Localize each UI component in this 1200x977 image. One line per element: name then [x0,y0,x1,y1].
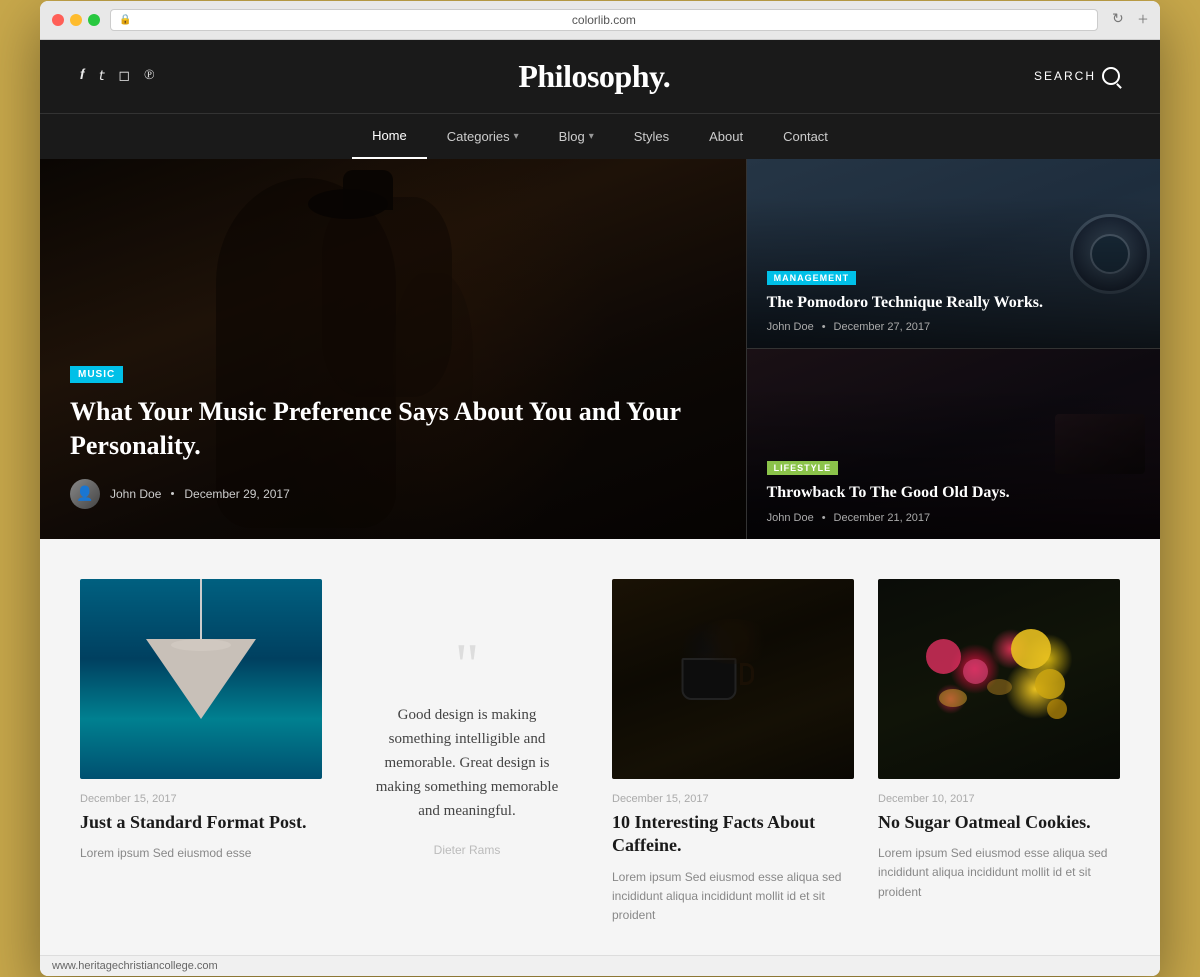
minimize-button[interactable] [70,14,82,26]
search-label: SEARCH [1034,69,1096,83]
instagram-link[interactable]: ◻ [118,68,130,85]
status-url: www.heritagechristiancollege.com [52,960,218,972]
post-card-quote: " Good design is making something intell… [346,579,588,925]
post-excerpt-4: Lorem ipsum Sed eiusmod esse aliqua sed … [878,844,1120,902]
hero-category-badge: MUSIC [70,366,123,383]
post-date-4: December 10, 2017 [878,793,1120,805]
twitter-link[interactable]: 𝘵 [99,68,105,85]
separator: • [822,321,826,333]
sidebar-author-2: John Doe [767,512,814,524]
quote-text: Good design is making something intellig… [366,703,568,823]
dropdown-arrow: ▾ [514,131,519,142]
dropdown-arrow: ▾ [589,131,594,142]
sidebar-card-2-content: LIFESTYLE Throwback To The Good Old Days… [767,458,1140,524]
sidebar-meta-1: John Doe • December 27, 2017 [767,321,1140,333]
social-icons: 𝒇 𝘵 ◻ ℗ [80,68,155,85]
post-image-3 [612,579,854,779]
hero-section: MUSIC What Your Music Preference Says Ab… [40,159,1160,539]
new-tab-button[interactable]: + [1138,9,1148,30]
sidebar-date-1: December 27, 2017 [834,321,931,333]
post-image-4 [878,579,1120,779]
post-image-1 [80,579,322,779]
hero-main-article[interactable]: MUSIC What Your Music Preference Says Ab… [40,159,746,539]
separator: • [822,512,826,524]
traffic-lights [52,14,100,26]
sidebar-date-2: December 21, 2017 [834,512,931,524]
fullscreen-button[interactable] [88,14,100,26]
nav-about[interactable]: About [689,114,763,159]
author-avatar: 👤 [70,479,100,509]
refresh-button[interactable]: ↻ [1108,11,1128,28]
status-bar: www.heritagechristiancollege.com [40,955,1160,976]
search-icon [1102,67,1120,85]
content-section: December 15, 2017 Just a Standard Format… [40,539,1160,955]
browser-chrome: colorlib.com ↻ + [40,1,1160,40]
nav-contact[interactable]: Contact [763,114,848,159]
hero-content: MUSIC What Your Music Preference Says Ab… [70,364,716,509]
pinterest-link[interactable]: ℗ [144,68,155,84]
navigation: Home Categories ▾ Blog ▾ Styles About Co… [40,113,1160,159]
post-card-3[interactable]: December 15, 2017 10 Interesting Facts A… [612,579,854,925]
sidebar-card-2[interactable]: LIFESTYLE Throwback To The Good Old Days… [746,348,1160,539]
post-date-1: December 15, 2017 [80,793,322,805]
post-title-1: Just a Standard Format Post. [80,811,322,834]
nav-blog[interactable]: Blog ▾ [539,114,614,159]
sidebar-category-1: MANAGEMENT [767,271,857,285]
nav-categories[interactable]: Categories ▾ [427,114,539,159]
nav-styles[interactable]: Styles [614,114,689,159]
sidebar-category-2: LIFESTYLE [767,461,839,475]
url-text: colorlib.com [572,13,636,27]
sidebar-author-1: John Doe [767,321,814,333]
post-card-4[interactable]: December 10, 2017 No Sugar Oatmeal Cooki… [878,579,1120,925]
search-button[interactable]: SEARCH [1034,67,1120,85]
hero-meta: 👤 John Doe December 29, 2017 [70,479,716,509]
hero-author: John Doe [110,487,161,501]
separator-dot [171,492,174,495]
sidebar-title-2: Throwback To The Good Old Days. [767,483,1140,504]
close-button[interactable] [52,14,64,26]
facebook-link[interactable]: 𝒇 [80,68,85,84]
post-date-3: December 15, 2017 [612,793,854,805]
hero-sidebar: MANAGEMENT The Pomodoro Technique Really… [746,159,1160,539]
content-grid: December 15, 2017 Just a Standard Format… [80,579,1120,925]
sidebar-card-1-content: MANAGEMENT The Pomodoro Technique Really… [767,268,1140,334]
site-logo: Philosophy. [518,58,670,95]
browser-window: colorlib.com ↻ + 𝒇 𝘵 ◻ ℗ Philosophy. SEA… [40,1,1160,976]
site-header: 𝒇 𝘵 ◻ ℗ Philosophy. SEARCH [40,40,1160,113]
sidebar-meta-2: John Doe • December 21, 2017 [767,512,1140,524]
post-title-3: 10 Interesting Facts About Caffeine. [612,811,854,858]
sidebar-title-1: The Pomodoro Technique Really Works. [767,293,1140,314]
post-card-1[interactable]: December 15, 2017 Just a Standard Format… [80,579,322,925]
nav-home[interactable]: Home [352,114,427,159]
post-title-4: No Sugar Oatmeal Cookies. [878,811,1120,834]
address-bar[interactable]: colorlib.com [110,9,1098,31]
post-excerpt-3: Lorem ipsum Sed eiusmod esse aliqua sed … [612,868,854,926]
quote-marks: " [455,647,480,683]
hero-title: What Your Music Preference Says About Yo… [70,395,716,463]
sidebar-card-1[interactable]: MANAGEMENT The Pomodoro Technique Really… [746,159,1160,349]
hero-date: December 29, 2017 [184,487,289,501]
post-excerpt-1: Lorem ipsum Sed eiusmod esse [80,844,322,863]
quote-author: Dieter Rams [434,843,501,857]
